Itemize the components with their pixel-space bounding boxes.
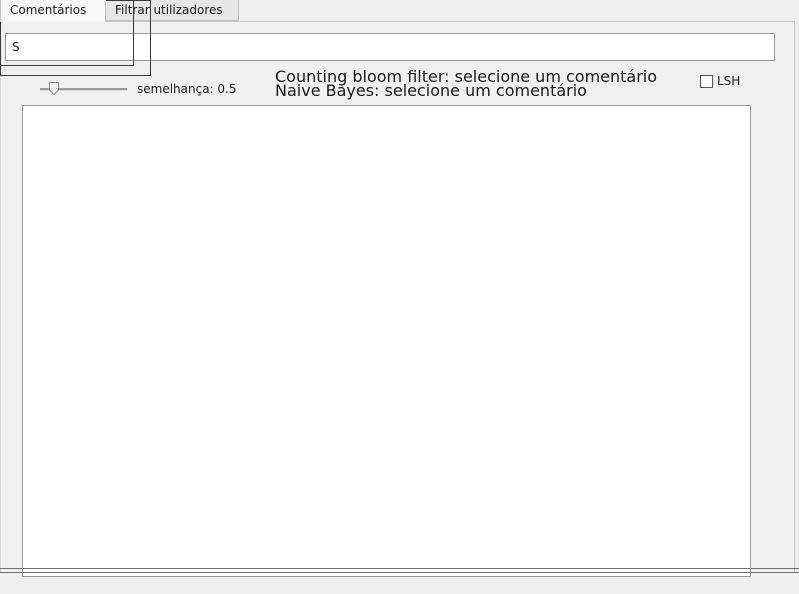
search-input[interactable] [5, 33, 775, 61]
similarity-slider[interactable] [40, 82, 127, 96]
naive-bayes-status: Naive Bayes: selecione um comentário [275, 81, 587, 100]
tab-comentarios[interactable]: Comentários [0, 0, 106, 22]
slider-handle[interactable] [49, 82, 59, 95]
divider [0, 22, 1, 572]
lsh-label: LSH [717, 74, 741, 88]
tab-label: Comentários [10, 3, 87, 17]
tab-filtrar-utilizadores[interactable]: Filtrar utilizadores [105, 0, 239, 21]
similarity-label: semelhança: 0.5 [137, 82, 237, 96]
app-window: Comentários Filtrar utilizadores semelha… [0, 0, 799, 594]
tab-label: Filtrar utilizadores [115, 3, 223, 17]
lsh-checkbox[interactable] [700, 75, 713, 88]
divider [0, 572, 799, 573]
tab-bar: Comentários Filtrar utilizadores [0, 0, 799, 22]
comments-list[interactable] [22, 105, 751, 577]
divider [0, 568, 799, 569]
